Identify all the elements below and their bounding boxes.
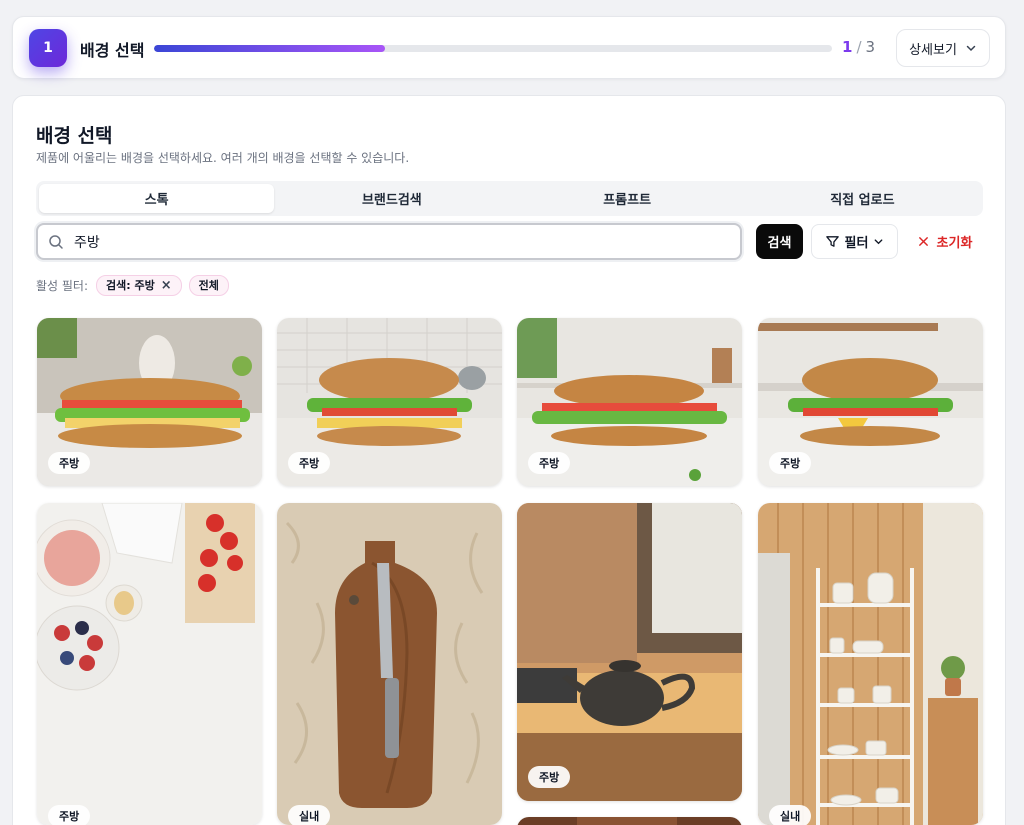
filter-chip-label: 전체	[198, 279, 219, 292]
image-card[interactable]: 주방	[517, 318, 742, 486]
detail-view-label: 상세보기	[909, 42, 957, 58]
filter-button[interactable]: 필터	[811, 224, 898, 259]
source-tabs: 스톡 브랜드검색 프롬프트 직접 업로드	[36, 181, 983, 216]
image-tag: 실내	[288, 805, 331, 825]
image-tag: 주방	[48, 805, 91, 825]
tab-prompt[interactable]: 프롬프트	[510, 184, 745, 213]
image-card[interactable]: 실내	[758, 503, 983, 825]
knife-board-image	[277, 503, 502, 825]
filter-chip-all: 전체	[188, 274, 229, 296]
step-number-badge: 1	[29, 29, 67, 67]
search-button[interactable]: 검색	[756, 224, 803, 259]
current-step: 1	[842, 38, 853, 56]
image-tag: 주방	[528, 452, 571, 474]
reset-label: 초기화	[936, 236, 973, 251]
reset-button[interactable]: 초기화	[910, 224, 980, 259]
close-icon	[918, 237, 928, 246]
section-description: 제품에 어울리는 배경을 선택하세요. 여러 개의 배경을 선택할 수 있습니다…	[36, 151, 410, 165]
chevron-down-icon	[875, 239, 883, 245]
filter-icon	[825, 236, 839, 247]
image-card[interactable]: 주방	[37, 503, 262, 825]
image-card[interactable]	[517, 817, 742, 825]
image-card[interactable]: 주방	[517, 503, 742, 801]
step-counter: 1/3	[842, 38, 875, 56]
stepper-bar: 1 배경 선택 1/3 상세보기	[12, 16, 1006, 79]
image-tag: 주방	[528, 766, 571, 788]
shelf-image	[758, 503, 983, 825]
active-filters-label: 활성 필터:	[36, 278, 89, 293]
teapot-image	[517, 503, 742, 801]
image-card[interactable]: 주방	[277, 318, 502, 486]
chevron-down-icon	[966, 45, 976, 52]
kitchen-image	[517, 817, 742, 825]
image-card[interactable]: 실내	[277, 503, 502, 825]
tab-brand-search[interactable]: 브랜드검색	[274, 184, 509, 213]
image-card[interactable]: 주방	[758, 318, 983, 486]
flatlay-image	[37, 503, 262, 825]
progress-fill	[154, 45, 385, 52]
progress-track	[154, 45, 832, 52]
image-card[interactable]: 주방	[37, 318, 262, 486]
search-input[interactable]	[74, 233, 694, 250]
image-tag: 실내	[769, 805, 812, 825]
step-separator: /	[856, 38, 862, 56]
image-tag: 주방	[288, 452, 331, 474]
filter-label: 필터	[844, 236, 869, 251]
filter-chip-search: 검색: 주방 ×	[96, 274, 182, 296]
remove-chip-icon[interactable]: ×	[161, 278, 172, 293]
step-title: 배경 선택	[80, 41, 145, 60]
image-tag: 주방	[769, 452, 812, 474]
search-icon	[49, 234, 63, 249]
section-title: 배경 선택	[36, 125, 113, 147]
search-box	[36, 223, 742, 260]
image-tag: 주방	[48, 452, 91, 474]
filter-chip-label: 검색: 주방	[106, 279, 155, 292]
active-filters: 활성 필터: 검색: 주방 × 전체	[36, 274, 229, 296]
detail-view-button[interactable]: 상세보기	[896, 29, 990, 67]
total-steps: 3	[865, 38, 876, 56]
tab-direct-upload[interactable]: 직접 업로드	[745, 184, 980, 213]
tab-stock[interactable]: 스톡	[39, 184, 275, 213]
